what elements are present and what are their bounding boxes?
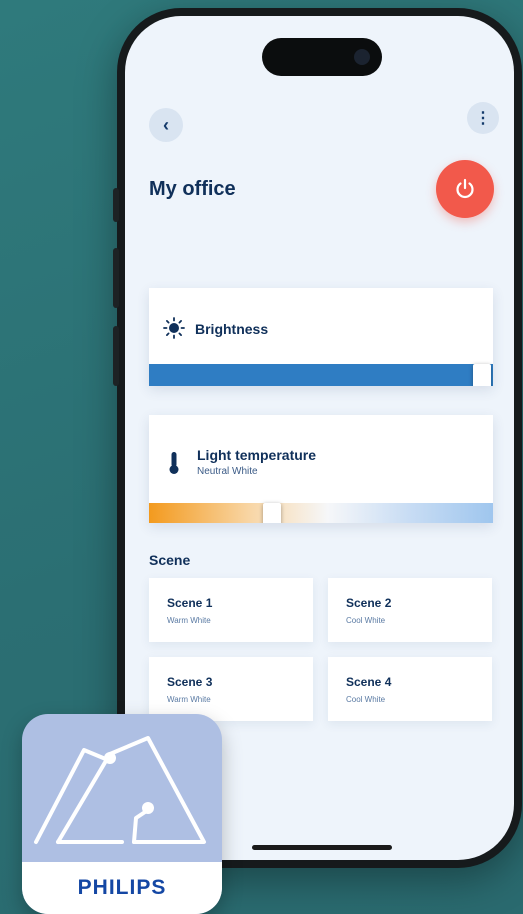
scene-section-title: Scene xyxy=(149,552,191,568)
scene-name: Scene 3 xyxy=(167,675,213,689)
brightness-card: Brightness xyxy=(149,288,493,386)
brightness-label: Brightness xyxy=(195,321,269,337)
brightness-slider-thumb[interactable] xyxy=(473,364,491,386)
app-icon: PHILIPS xyxy=(22,714,222,914)
more-options-button[interactable]: ⋮ xyxy=(467,102,499,134)
brand-label: PHILIPS xyxy=(22,862,222,914)
dynamic-island xyxy=(262,38,382,76)
more-vertical-icon: ⋮ xyxy=(475,110,491,127)
light-temperature-card: Light temperature Neutral White xyxy=(149,415,493,523)
scene-subtitle: Warm White xyxy=(167,616,211,625)
scene-subtitle: Cool White xyxy=(346,616,386,625)
scene-card-1[interactable]: Scene 1 Warm White xyxy=(149,578,313,642)
scene-name: Scene 2 xyxy=(346,596,392,610)
scene-subtitle: Warm White xyxy=(167,695,211,704)
scene-card-4[interactable]: Scene 4 Cool White xyxy=(328,657,492,721)
power-button[interactable] xyxy=(436,160,494,218)
volume-down-button xyxy=(113,326,119,386)
light-temperature-label: Light temperature xyxy=(197,447,317,463)
light-temperature-value: Neutral White xyxy=(197,466,258,477)
scene-name: Scene 4 xyxy=(346,675,392,689)
back-button[interactable]: ‹ xyxy=(149,108,183,142)
scene-subtitle: Cool White xyxy=(346,695,386,704)
scene-card-3[interactable]: Scene 3 Warm White xyxy=(149,657,313,721)
brightness-slider[interactable] xyxy=(149,364,493,386)
sun-icon xyxy=(163,317,185,339)
mountain-logo-icon xyxy=(34,736,206,844)
scene-card-2[interactable]: Scene 2 Cool White xyxy=(328,578,492,642)
thermometer-icon xyxy=(169,452,179,474)
power-icon xyxy=(456,178,474,199)
light-temperature-slider[interactable] xyxy=(149,503,493,523)
chevron-left-icon: ‹ xyxy=(163,114,169,135)
light-temperature-slider-thumb[interactable] xyxy=(263,503,281,523)
volume-up-button xyxy=(113,248,119,308)
page-title: My office xyxy=(149,178,236,200)
home-indicator xyxy=(252,845,392,850)
scene-name: Scene 1 xyxy=(167,596,213,610)
action-button xyxy=(113,188,119,222)
